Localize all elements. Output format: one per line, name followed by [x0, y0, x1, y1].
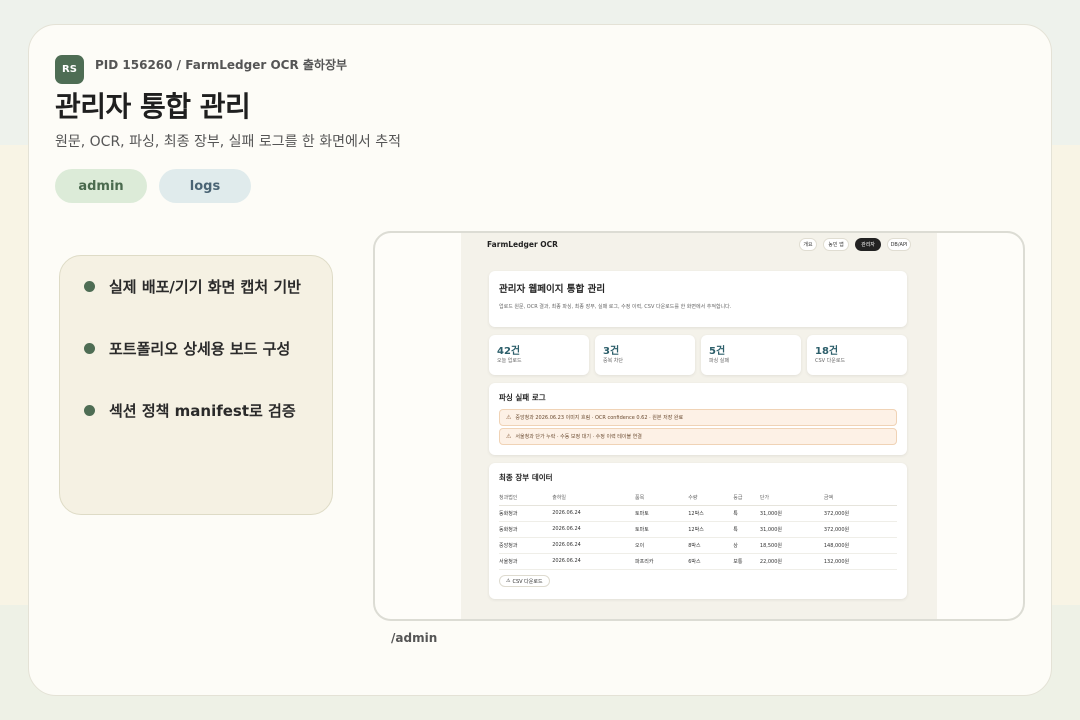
- table-cell: 토마토: [635, 505, 689, 522]
- column-header: 수량: [688, 491, 734, 506]
- tag-admin[interactable]: admin: [55, 169, 147, 203]
- table-cell: 372,000원: [823, 505, 897, 522]
- table-cell: 2026.06.24: [552, 505, 636, 522]
- nav-farmer-app[interactable]: 농민 앱: [823, 238, 849, 251]
- feature-label: 섹션 정책 manifest로 검증: [109, 402, 296, 420]
- table-cell: 18,500원: [759, 537, 824, 554]
- admin-page-subtitle: 업로드 원문, OCR 결과, 최종 파싱, 최종 장부, 실패 로그, 수정 …: [499, 304, 732, 310]
- stat-value: 3건: [603, 346, 620, 357]
- feature-label: 실제 배포/기기 화면 캡처 기반: [109, 278, 301, 296]
- ledger-title: 최종 장부 데이터: [499, 473, 553, 482]
- nav-overview[interactable]: 개요: [799, 238, 817, 251]
- stat-card: 5건 파싱 실패: [701, 335, 801, 375]
- stat-label: 오늘 업로드: [497, 358, 522, 364]
- table-cell: 2026.06.24: [552, 537, 636, 554]
- admin-page-title: 관리자 웹페이지 통합 관리: [499, 284, 606, 295]
- log-text: 서울청과 단가 누락 · 수동 보정 대기 · 수정 이력 테이블 연결: [515, 434, 642, 440]
- table-cell: 148,000원: [823, 537, 897, 554]
- bullet-icon: [84, 405, 95, 416]
- stat-label: 파싱 실패: [709, 358, 729, 364]
- stat-card: 18건 CSV 다운로드: [807, 335, 907, 375]
- table-cell: 특: [733, 521, 760, 538]
- feature-item: 섹션 정책 manifest로 검증: [84, 400, 296, 421]
- table-cell: 보통: [733, 553, 760, 570]
- page-title: 관리자 통합 관리: [55, 90, 251, 123]
- project-id: PID 156260 / FarmLedger OCR 출하장부: [95, 58, 348, 72]
- table-cell: 31,000원: [759, 505, 824, 522]
- log-entry[interactable]: ⚠ 중앙청과 2026.06.23 이미지 흐림 · OCR confidenc…: [499, 409, 897, 426]
- table-cell: 상: [733, 537, 760, 554]
- column-header: 품목: [635, 491, 689, 506]
- app-frame: FarmLedger OCR 개요 농민 앱 관리자 DB/API 관리자 웹페…: [461, 233, 937, 619]
- ledger-table: 청과법인 출하일 품목 수량 등급 단가 금액 동화청과 2026.06.24: [499, 491, 897, 570]
- nav-db-api[interactable]: DB/API: [887, 238, 911, 251]
- feature-list: 실제 배포/기기 화면 캡처 기반 포트폴리오 상세용 보드 구성 섹션 정책 …: [59, 255, 333, 515]
- nav-admin[interactable]: 관리자: [855, 238, 881, 251]
- table-cell: 12박스: [688, 521, 734, 538]
- stat-value: 5건: [709, 346, 726, 357]
- table-header-row: 청과법인 출하일 품목 수량 등급 단가 금액: [499, 491, 897, 506]
- column-header: 단가: [759, 491, 824, 506]
- table-cell: 132,000원: [823, 553, 897, 570]
- column-header: 등급: [733, 491, 760, 506]
- avatar: RS: [55, 55, 84, 84]
- ledger-panel: 최종 장부 데이터 청과법인 출하일 품목 수량 등급 단가 금액 동화청과 2…: [489, 463, 907, 599]
- log-text: 중앙청과 2026.06.23 이미지 흐림 · OCR confidence …: [515, 415, 684, 421]
- table-cell: 2026.06.24: [552, 553, 636, 570]
- feature-label: 포트폴리오 상세용 보드 구성: [109, 340, 291, 358]
- table-cell: 31,000원: [759, 521, 824, 538]
- stat-label: CSV 다운로드: [815, 358, 846, 364]
- failure-log-panel: 파싱 실패 로그 ⚠ 중앙청과 2026.06.23 이미지 흐림 · OCR …: [489, 383, 907, 455]
- warning-icon: ⚠: [506, 433, 512, 440]
- table-row[interactable]: 동화청과 2026.06.24 토마토 12박스 특 31,000원 372,0…: [499, 521, 897, 538]
- bullet-icon: [84, 343, 95, 354]
- route-caption: /admin: [391, 631, 438, 645]
- table-cell: 서울청과: [499, 553, 553, 570]
- app-header: FarmLedger OCR 개요 농민 앱 관리자 DB/API: [461, 233, 937, 257]
- warning-icon: ⚠: [506, 414, 512, 421]
- column-header: 금액: [823, 491, 897, 506]
- table-cell: 파프리카: [635, 553, 689, 570]
- table-row[interactable]: 동화청과 2026.06.24 토마토 12박스 특 31,000원 372,0…: [499, 505, 897, 522]
- table-cell: 8박스: [688, 537, 734, 554]
- csv-download-button[interactable]: ⚠ CSV 다운로드: [499, 575, 550, 587]
- log-title: 파싱 실패 로그: [499, 393, 546, 402]
- table-cell: 오이: [635, 537, 689, 554]
- stat-value: 18건: [815, 346, 839, 357]
- table-row[interactable]: 중앙청과 2026.06.24 오이 8박스 상 18,500원 148,000…: [499, 537, 897, 554]
- stat-value: 42건: [497, 346, 521, 357]
- table-cell: 동화청과: [499, 521, 553, 538]
- table-cell: 중앙청과: [499, 537, 553, 554]
- tag-logs[interactable]: logs: [159, 169, 251, 203]
- csv-button-label: CSV 다운로드: [512, 578, 543, 585]
- intro-panel: 관리자 웹페이지 통합 관리 업로드 원문, OCR 결과, 최종 파싱, 최종…: [489, 271, 907, 327]
- table-cell: 6박스: [688, 553, 734, 570]
- page-subtitle: 원문, OCR, 파싱, 최종 장부, 실패 로그를 한 화면에서 추적: [55, 134, 401, 150]
- log-entry[interactable]: ⚠ 서울청과 단가 누락 · 수동 보정 대기 · 수정 이력 테이블 연결: [499, 428, 897, 445]
- bullet-icon: [84, 281, 95, 292]
- showcase-card: RS PID 156260 / FarmLedger OCR 출하장부 관리자 …: [28, 24, 1052, 696]
- table-cell: 372,000원: [823, 521, 897, 538]
- app-brand: FarmLedger OCR: [487, 240, 558, 249]
- admin-screenshot: FarmLedger OCR 개요 농민 앱 관리자 DB/API 관리자 웹페…: [373, 231, 1025, 621]
- download-icon: ⚠: [506, 578, 511, 584]
- table-cell: 12박스: [688, 505, 734, 522]
- stat-card: 42건 오늘 업로드: [489, 335, 589, 375]
- stat-label: 중복 차단: [603, 358, 623, 364]
- stat-card: 3건 중복 차단: [595, 335, 695, 375]
- feature-item: 실제 배포/기기 화면 캡처 기반: [84, 276, 301, 297]
- table-cell: 동화청과: [499, 505, 553, 522]
- column-header: 출하일: [552, 491, 636, 506]
- column-header: 청과법인: [499, 491, 553, 506]
- table-cell: 토마토: [635, 521, 689, 538]
- feature-item: 포트폴리오 상세용 보드 구성: [84, 338, 290, 359]
- table-row[interactable]: 서울청과 2026.06.24 파프리카 6박스 보통 22,000원 132,…: [499, 553, 897, 570]
- table-cell: 특: [733, 505, 760, 522]
- table-cell: 22,000원: [759, 553, 824, 570]
- table-cell: 2026.06.24: [552, 521, 636, 538]
